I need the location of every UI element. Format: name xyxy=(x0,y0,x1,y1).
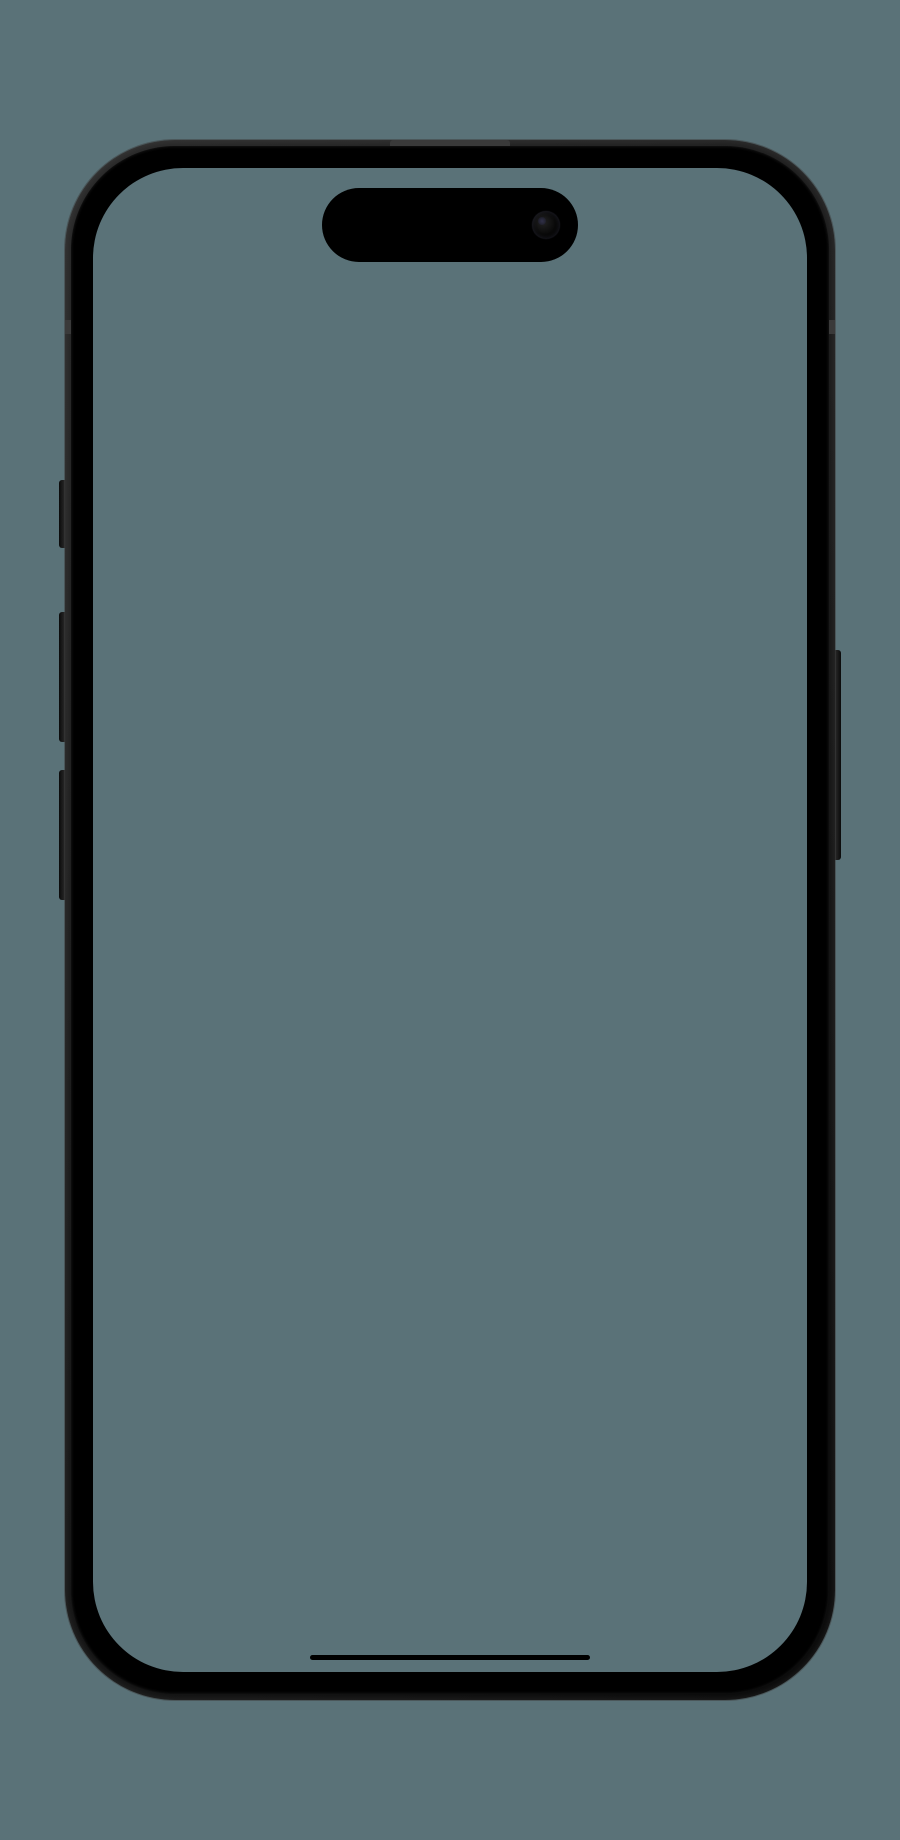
home-indicator[interactable] xyxy=(310,1655,590,1660)
phone-mockup xyxy=(65,140,835,1700)
antenna-band-right xyxy=(829,320,835,334)
phone-bezel xyxy=(71,146,829,1694)
screen[interactable] xyxy=(93,168,807,1672)
power-button[interactable] xyxy=(835,650,841,860)
phone-frame xyxy=(65,140,835,1700)
front-camera-icon xyxy=(532,211,560,239)
dynamic-island[interactable] xyxy=(322,188,578,262)
